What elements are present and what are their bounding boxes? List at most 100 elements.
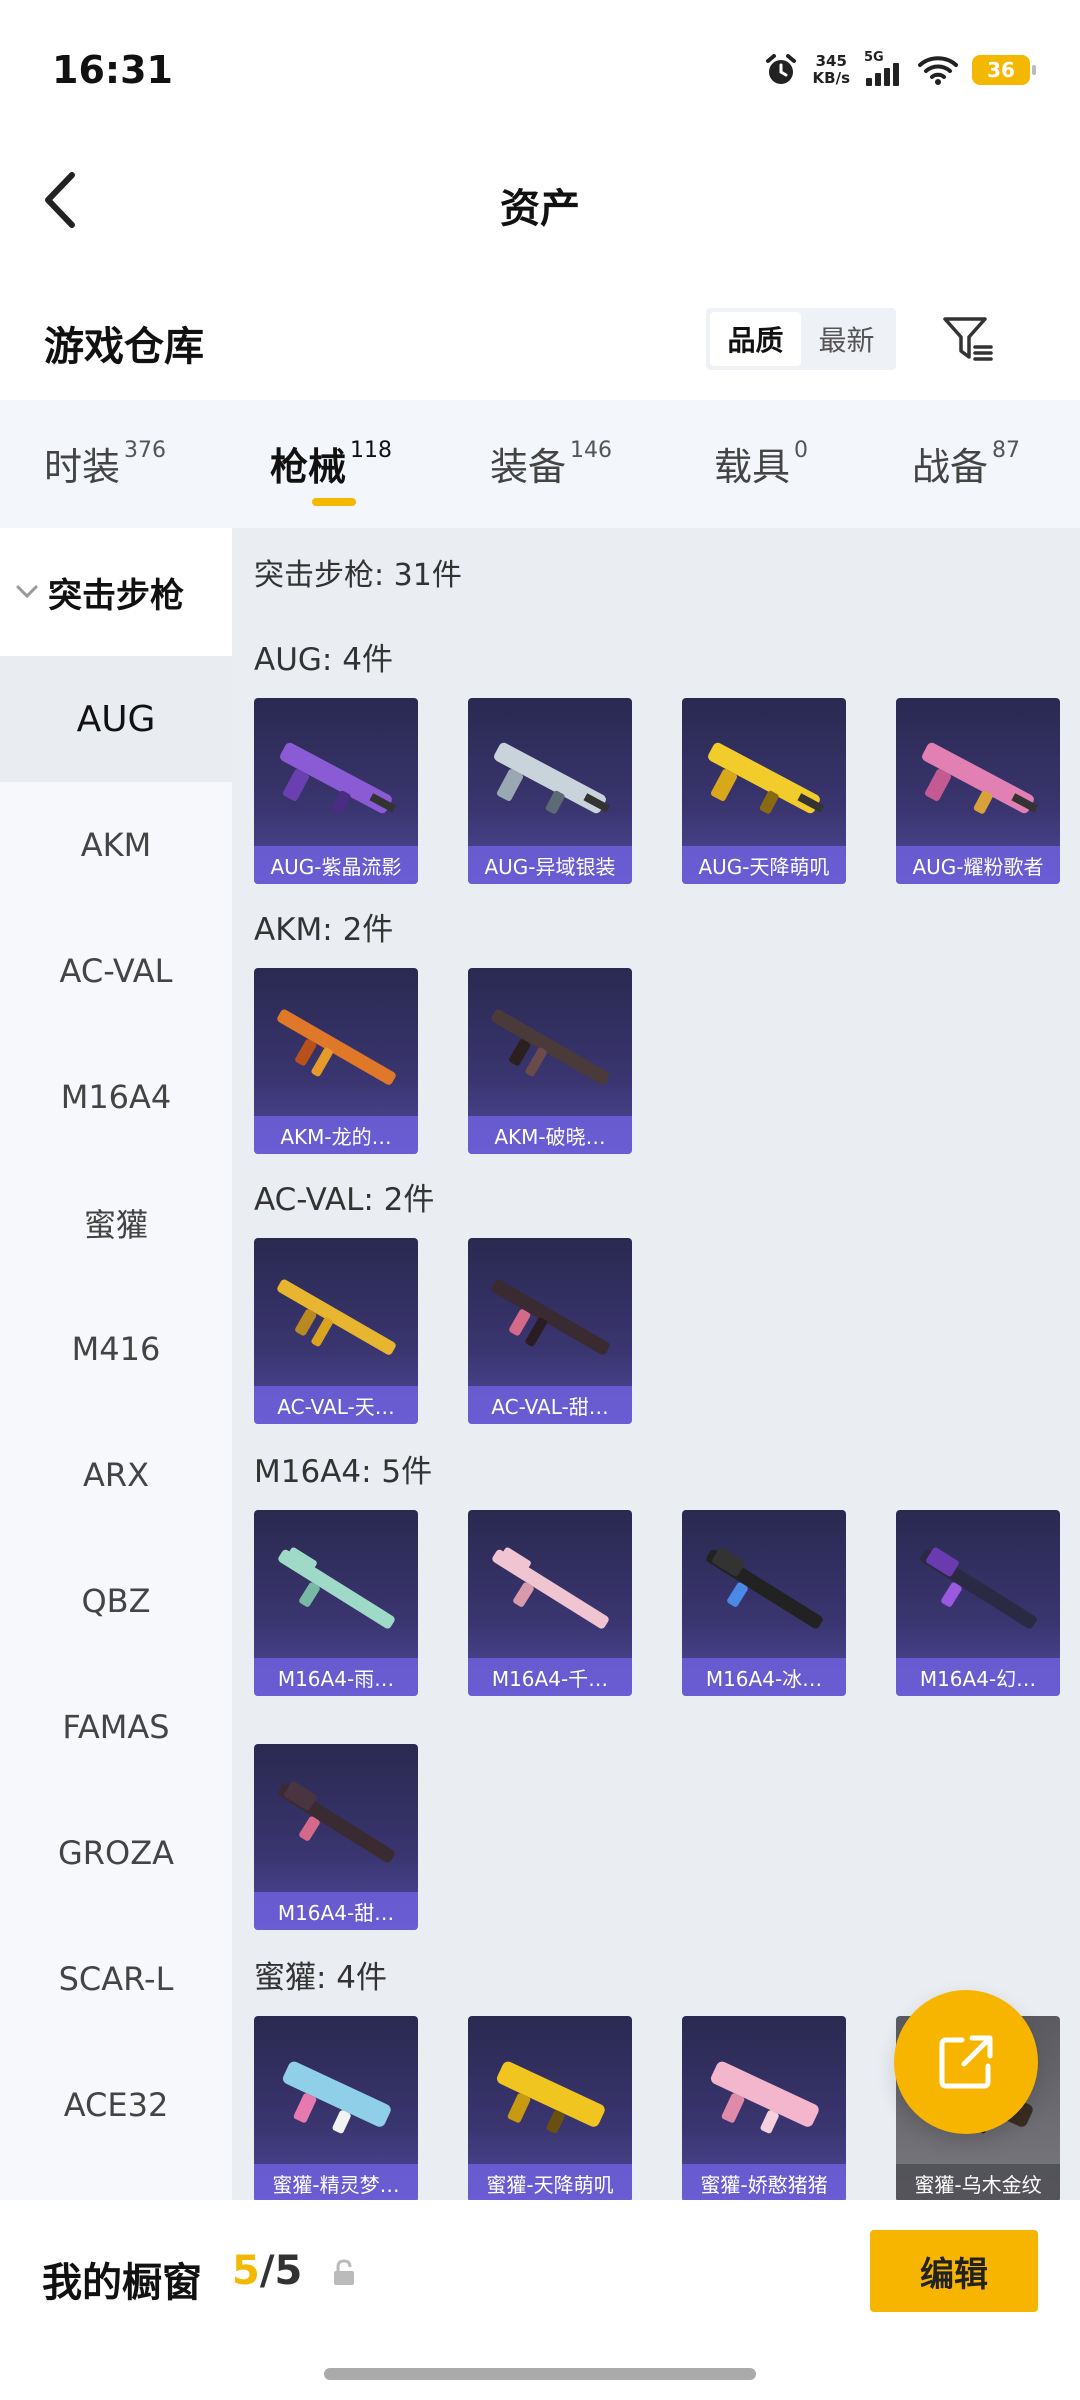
warehouse-header: 游戏仓库 品质 最新 <box>0 290 1080 400</box>
sort-latest-option[interactable]: 最新 <box>801 312 892 366</box>
weapon-card[interactable]: M16A4-幻… <box>896 1510 1060 1696</box>
weapon-card-name: 蜜獾-天降萌叽 <box>468 2164 632 2200</box>
weapon-card-name: AUG-天降萌叽 <box>682 846 846 884</box>
status-icons: 345 KB/s 5G 36 <box>763 50 1036 90</box>
category-tabs: 时装 376 枪械 118 装备 146 载具 0 战备 87 <box>0 400 1080 528</box>
page-header: 资产 <box>0 140 1080 280</box>
weapon-card[interactable]: M16A4-雨… <box>254 1510 418 1696</box>
battery-level: 36 <box>987 58 1015 82</box>
section-label-honey-badger: 蜜獾: 4件 <box>254 1960 388 1996</box>
sort-quality-option[interactable]: 品质 <box>710 312 801 366</box>
tab-label: 枪械 <box>270 445 347 489</box>
weapon-card[interactable]: 蜜獾-精灵梦… <box>254 2016 418 2200</box>
weapon-card-name: AC-VAL-天… <box>254 1386 418 1424</box>
gun-image <box>282 2061 391 2134</box>
weapon-card-name: AC-VAL-甜… <box>468 1386 632 1424</box>
showcase-current: 5 <box>232 2248 260 2294</box>
weapon-card-name: M16A4-幻… <box>896 1658 1060 1696</box>
weapon-card-name: 蜜獾-乌木金纹 <box>896 2164 1060 2200</box>
tab-equipment[interactable]: 装备 146 <box>490 436 612 491</box>
weapon-card[interactable]: M16A4-甜… <box>254 1744 418 1930</box>
tab-firearms[interactable]: 枪械 118 <box>270 436 392 491</box>
sidebar-item-m416[interactable]: M416 <box>0 1286 232 1412</box>
tab-count: 0 <box>794 438 809 463</box>
sidebar-group-label: 突击步枪 <box>48 575 184 616</box>
edit-button[interactable]: 编辑 <box>870 2230 1038 2312</box>
gun-image <box>706 1547 823 1629</box>
tab-fashion[interactable]: 时装 376 <box>44 436 166 491</box>
weapon-card[interactable]: AUG-耀粉歌者 <box>896 698 1060 884</box>
section-label-aug: AUG: 4件 <box>254 642 393 678</box>
weapon-card[interactable]: AKM-破晓… <box>468 968 632 1154</box>
gun-image <box>277 1279 396 1355</box>
tab-label: 装备 <box>490 445 567 489</box>
weapon-card-name: M16A4-雨… <box>254 1658 418 1696</box>
battery-icon: 36 <box>972 55 1036 85</box>
sidebar-item-aug[interactable]: AUG <box>0 656 232 782</box>
weapon-card[interactable]: M16A4-千… <box>468 1510 632 1696</box>
showcase-separator: / <box>259 2248 275 2294</box>
weapon-card[interactable]: AUG-天降萌叽 <box>682 698 846 884</box>
sidebar-item-ac-val[interactable]: AC-VAL <box>0 908 232 1034</box>
network-speed-unit: KB/s <box>812 69 850 87</box>
home-indicator[interactable] <box>324 2368 756 2380</box>
sidebar-group-assault-rifles[interactable]: 突击步枪 <box>0 528 232 656</box>
sidebar-item-arx[interactable]: ARX <box>0 1412 232 1538</box>
showcase-max: 5 <box>274 2248 303 2294</box>
weapon-card[interactable]: AKM-龙的… <box>254 968 418 1154</box>
gun-image <box>492 1547 609 1629</box>
gun-image <box>280 742 397 814</box>
gun-image <box>277 1009 396 1085</box>
share-button[interactable] <box>894 1990 1038 2134</box>
weapon-grid: 突击步枪: 31件 AUG: 4件 AUG-紫晶流影 AUG-异域银装 AUG-… <box>232 528 1080 2200</box>
tab-label: 载具 <box>714 445 791 489</box>
tab-count: 376 <box>124 438 167 463</box>
weapon-card-name: M16A4-冰… <box>682 1658 846 1696</box>
page-title: 资产 <box>500 186 580 232</box>
active-tab-indicator <box>312 498 356 506</box>
gun-image <box>922 742 1039 814</box>
alarm-icon <box>765 54 796 84</box>
sidebar-item-m16a4[interactable]: M16A4 <box>0 1034 232 1160</box>
gun-image <box>496 2061 605 2134</box>
sidebar-item-honey-badger[interactable]: 蜜獾 <box>0 1160 232 1286</box>
weapon-card-name: 蜜獾-娇憨猪猪 <box>682 2164 846 2200</box>
sidebar-item-scar-l[interactable]: SCAR-L <box>0 1916 232 2042</box>
weapon-card-name: AUG-异域银装 <box>468 846 632 884</box>
filter-button[interactable] <box>940 312 996 368</box>
showcase-count: 5/5 <box>232 2248 302 2294</box>
gun-image <box>920 1547 1037 1629</box>
tab-count: 87 <box>992 438 1021 463</box>
weapon-card-name: AKM-龙的… <box>254 1116 418 1154</box>
sort-toggle: 品质 最新 <box>706 308 896 370</box>
tab-battle-prep[interactable]: 战备 87 <box>912 436 1020 491</box>
sidebar-item-qbz[interactable]: QBZ <box>0 1538 232 1664</box>
weapon-type-sidebar: 突击步枪 AUG AKM AC-VAL M16A4 蜜獾 M416 ARX QB… <box>0 528 232 2200</box>
gun-image <box>491 1009 610 1085</box>
warehouse-title: 游戏仓库 <box>44 324 204 370</box>
weapon-card-name: AUG-耀粉歌者 <box>896 846 1060 884</box>
tab-count: 146 <box>570 438 613 463</box>
weapon-card-name: AUG-紫晶流影 <box>254 846 418 884</box>
weapon-card[interactable]: 蜜獾-娇憨猪猪 <box>682 2016 846 2200</box>
weapon-card[interactable]: AUG-紫晶流影 <box>254 698 418 884</box>
weapon-card-name: 蜜獾-精灵梦… <box>254 2164 418 2200</box>
status-bar: 16:31 345 KB/s 5G 36 <box>0 0 1080 140</box>
lock-icon <box>334 2259 354 2285</box>
filter-icon <box>943 317 993 361</box>
network-speed-value: 345 <box>815 52 847 70</box>
weapon-card[interactable]: AC-VAL-天… <box>254 1238 418 1424</box>
gun-image <box>494 742 611 814</box>
sidebar-item-groza[interactable]: GROZA <box>0 1790 232 1916</box>
weapon-card[interactable]: AC-VAL-甜… <box>468 1238 632 1424</box>
network-speed: 345 KB/s <box>813 53 850 87</box>
tab-count: 118 <box>350 438 393 463</box>
sidebar-item-ace32[interactable]: ACE32 <box>0 2042 232 2168</box>
weapon-card[interactable]: M16A4-冰… <box>682 1510 846 1696</box>
tab-vehicles[interactable]: 载具 0 <box>714 436 808 491</box>
weapon-card[interactable]: AUG-异域银装 <box>468 698 632 884</box>
sidebar-item-akm[interactable]: AKM <box>0 782 232 908</box>
sidebar-item-famas[interactable]: FAMAS <box>0 1664 232 1790</box>
weapon-card[interactable]: 蜜獾-天降萌叽 <box>468 2016 632 2200</box>
gun-image <box>710 2061 819 2134</box>
